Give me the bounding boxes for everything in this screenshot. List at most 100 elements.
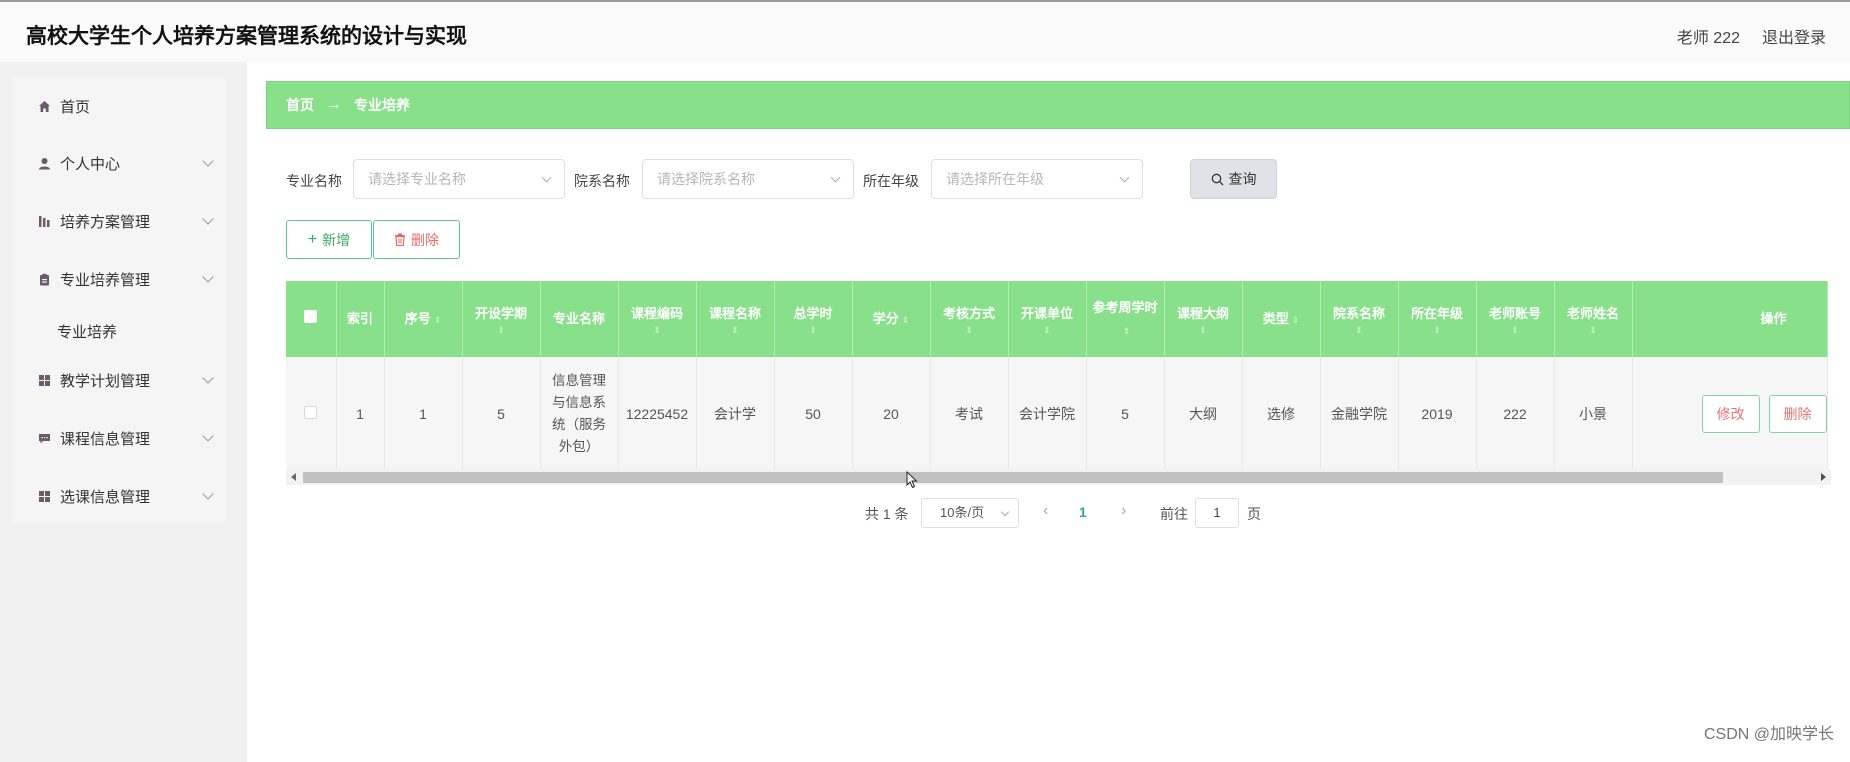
college-select[interactable]: 请选择院系名称	[642, 159, 854, 199]
header-assessment[interactable]: 考核方式 ⇕	[930, 281, 1009, 357]
horizontal-scrollbar[interactable]	[286, 469, 1831, 485]
pagination-total: 共 1 条	[865, 506, 909, 522]
breadcrumb: 首页 → 专业培养	[266, 81, 1850, 129]
header-college[interactable]: 院系名称 ⇕	[1320, 281, 1399, 357]
header-grade[interactable]: 所在年级 ⇕	[1398, 281, 1477, 357]
sort-icon[interactable]: ⇕	[1123, 326, 1131, 336]
sidebar-item-home[interactable]: 首页	[12, 84, 226, 128]
goto-label: 前往	[1160, 506, 1188, 522]
search-button[interactable]: 查询	[1190, 159, 1277, 199]
row-select-cell[interactable]	[286, 357, 337, 471]
sidebar-item-major-training[interactable]: 专业培养管理	[12, 257, 226, 301]
table-row: 1 1 5 信息管理与信息系统（服务外包） 12225452 会计学 50 20…	[286, 357, 1828, 471]
sort-icon[interactable]: ⇕	[1324, 325, 1395, 335]
select-all-checkbox[interactable]	[304, 310, 318, 323]
cell-outline: 大纲	[1164, 357, 1243, 471]
sort-icon[interactable]: ⇕	[466, 325, 537, 335]
header-credits[interactable]: 学分 ⇕	[852, 281, 931, 357]
chart-icon	[38, 215, 51, 228]
sort-icon[interactable]: ⇕	[1558, 325, 1629, 335]
chevron-down-icon	[1000, 507, 1010, 517]
select-all-header[interactable]	[286, 281, 337, 357]
scroll-left-icon[interactable]	[291, 473, 296, 481]
sidebar-item-label: 培养方案管理	[60, 213, 151, 231]
header-course-name[interactable]: 课程名称 ⇕	[696, 281, 775, 357]
sidebar-item-course-info[interactable]: 课程信息管理	[12, 416, 226, 460]
sort-icon[interactable]: ⇕	[1012, 325, 1083, 335]
prev-page-icon[interactable]: ‹	[1043, 502, 1048, 520]
scrollbar-thumb[interactable]	[303, 472, 1723, 483]
top-bar: 高校大学生个人培养方案管理系统的设计与实现 老师 222 退出登录	[0, 0, 1850, 62]
chevron-down-icon	[202, 271, 214, 283]
row-delete-button[interactable]: 删除	[1768, 395, 1827, 433]
header-outline[interactable]: 课程大纲 ⇕	[1164, 281, 1243, 357]
sidebar-subitem-major-training[interactable]: 专业培养	[12, 311, 226, 351]
next-page-icon[interactable]: ›	[1121, 502, 1126, 520]
header-semester[interactable]: 开设学期 ⇕	[462, 281, 541, 357]
major-select[interactable]: 请选择专业名称	[353, 159, 565, 199]
sort-icon[interactable]: ⇕	[1168, 325, 1239, 335]
sidebar-item-personal-center[interactable]: 个人中心	[12, 141, 226, 185]
sidebar-item-training-plan[interactable]: 培养方案管理	[12, 199, 226, 243]
cell-course-code: 12225452	[618, 357, 697, 471]
header-teacher-account[interactable]: 老师账号 ⇕	[1476, 281, 1555, 357]
edit-button[interactable]: 修改	[1701, 395, 1760, 433]
cell-total-hours: 50	[774, 357, 853, 471]
logout-link[interactable]: 退出登录	[1762, 24, 1826, 48]
header-unit[interactable]: 开课单位 ⇕	[1008, 281, 1087, 357]
add-button[interactable]: + 新增	[286, 220, 372, 259]
table-header-row: 索引 序号 ⇕ 开设学期 ⇕ 专业名称 课程编码 ⇕ 课程名称 ⇕ 总学时 ⇕ 学分 ⇕ 考…	[286, 281, 1828, 357]
app-title: 高校大学生个人培养方案管理系统的设计与实现	[26, 25, 467, 48]
cell-course-name: 会计学	[696, 357, 775, 471]
chevron-down-icon	[830, 172, 841, 183]
scroll-right-icon[interactable]	[1821, 473, 1826, 481]
data-table: 索引 序号 ⇕ 开设学期 ⇕ 专业名称 课程编码 ⇕ 课程名称 ⇕ 总学时 ⇕ 学分 ⇕ 考…	[286, 281, 1831, 471]
page-size-select[interactable]: 10条/页	[921, 498, 1019, 528]
header-seq[interactable]: 序号 ⇕	[384, 281, 463, 357]
sidebar-item-teaching-plan[interactable]: 教学计划管理	[12, 358, 226, 402]
chevron-down-icon	[202, 372, 214, 384]
grade-filter-label: 所在年级	[863, 173, 919, 189]
header-ops: 操作	[1632, 281, 1828, 357]
page-label: 页	[1247, 506, 1261, 522]
add-button-label: 新增	[322, 231, 351, 248]
breadcrumb-home[interactable]: 首页	[286, 95, 314, 115]
grade-select-placeholder: 请选择所在年级	[946, 171, 1044, 187]
sort-icon[interactable]: ⇕	[934, 325, 1005, 335]
sort-icon[interactable]: ⇕	[1480, 325, 1551, 335]
cell-unit: 会计学院	[1008, 357, 1087, 471]
major-select-placeholder: 请选择专业名称	[368, 171, 466, 187]
sidebar-item-course-selection[interactable]: 选课信息管理	[12, 474, 226, 518]
sort-icon[interactable]: ⇕	[1402, 325, 1473, 335]
sort-icon[interactable]: ⇕	[778, 325, 849, 335]
training-table: 索引 序号 ⇕ 开设学期 ⇕ 专业名称 课程编码 ⇕ 课程名称 ⇕ 总学时 ⇕ 学分 ⇕ 考…	[286, 281, 1828, 471]
goto-page-input[interactable]: 1	[1195, 498, 1239, 528]
cell-grade: 2019	[1398, 357, 1477, 471]
clipboard-icon	[38, 273, 51, 286]
header-type[interactable]: 类型 ⇕	[1242, 281, 1321, 357]
sidebar-item-label: 选课信息管理	[60, 488, 151, 506]
college-select-placeholder: 请选择院系名称	[657, 171, 755, 187]
grade-select[interactable]: 请选择所在年级	[931, 159, 1143, 199]
header-ref-hours[interactable]: 参考周学时⇕	[1086, 281, 1165, 357]
sort-icon[interactable]: ⇕	[434, 315, 442, 325]
header-course-code[interactable]: 课程编码 ⇕	[618, 281, 697, 357]
sort-icon[interactable]: ⇕	[700, 325, 771, 335]
sidebar-item-label: 个人中心	[60, 155, 121, 173]
header-total-hours[interactable]: 总学时 ⇕	[774, 281, 853, 357]
sort-icon[interactable]: ⇕	[1292, 315, 1300, 325]
row-checkbox[interactable]	[304, 406, 318, 419]
sidebar-item-label: 专业培养管理	[60, 271, 151, 289]
sort-icon[interactable]: ⇕	[622, 325, 693, 335]
chevron-down-icon	[202, 213, 214, 225]
header-teacher-name[interactable]: 老师姓名 ⇕	[1554, 281, 1633, 357]
current-user: 老师 222	[1676, 30, 1740, 47]
cell-ops: 修改 删除	[1632, 357, 1828, 471]
sort-icon[interactable]: ⇕	[902, 315, 910, 325]
sidebar-item-label: 教学计划管理	[60, 372, 151, 390]
trash-icon	[395, 233, 405, 246]
cell-ref-hours: 5	[1086, 357, 1165, 471]
delete-button[interactable]: 删除	[373, 220, 460, 259]
current-page[interactable]: 1	[1079, 504, 1087, 520]
breadcrumb-current: 专业培养	[354, 97, 410, 113]
